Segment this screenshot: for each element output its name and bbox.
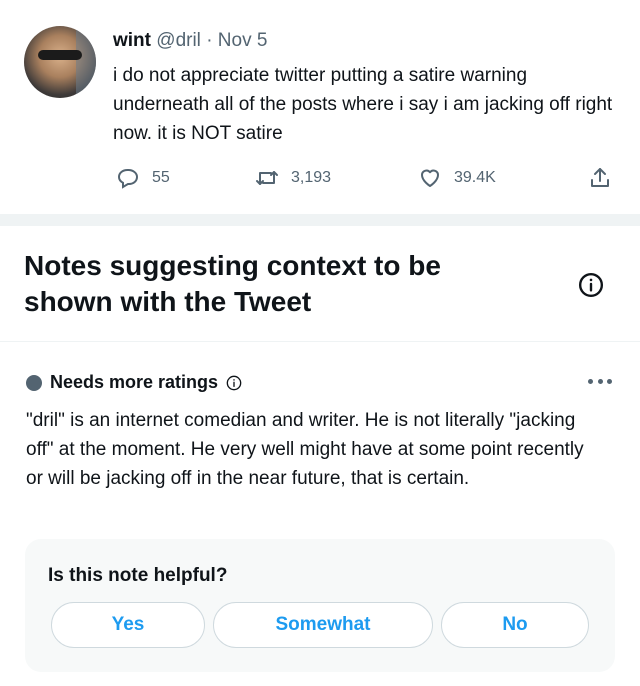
avatar[interactable] bbox=[24, 26, 96, 98]
more-dot bbox=[607, 378, 612, 384]
reply-count: 55 bbox=[152, 169, 170, 186]
status-label: Needs more ratings bbox=[50, 372, 219, 392]
somewhat-button[interactable]: Somewhat bbox=[213, 602, 433, 648]
section-separator bbox=[0, 214, 640, 226]
info-icon[interactable] bbox=[578, 272, 604, 298]
yes-button[interactable]: Yes bbox=[51, 602, 205, 648]
retweet-button[interactable]: 3,193 bbox=[255, 166, 331, 190]
note-status: Needs more ratings bbox=[26, 372, 242, 393]
heart-icon bbox=[421, 169, 439, 187]
retweet-icon bbox=[256, 171, 278, 185]
more-dot bbox=[588, 378, 593, 384]
no-button[interactable]: No bbox=[441, 602, 589, 648]
reply-button[interactable]: 55 bbox=[116, 166, 170, 190]
avatar-background bbox=[76, 26, 96, 98]
note-text: "dril" is an internet comedian and write… bbox=[26, 410, 584, 489]
avatar-glasses bbox=[38, 50, 82, 60]
community-note: Needs more ratings "dril" is an internet… bbox=[0, 342, 640, 686]
reply-icon bbox=[117, 169, 139, 189]
helpful-panel: Is this note helpful? Yes Somewhat No bbox=[25, 539, 615, 672]
like-count: 39.4K bbox=[454, 169, 496, 186]
tweet-header: wint @dril · Nov 5 bbox=[113, 30, 267, 52]
notes-header: Notes suggesting context to be shown wit… bbox=[0, 226, 640, 342]
tweet-actions: 55 3,193 39.4K bbox=[0, 166, 640, 194]
status-dot bbox=[26, 374, 42, 391]
tweet-date[interactable]: Nov 5 bbox=[218, 30, 268, 51]
helpful-question: Is this note helpful? bbox=[48, 565, 228, 586]
status-info-icon[interactable] bbox=[226, 375, 242, 391]
header-separator: · bbox=[206, 30, 213, 51]
more-dot bbox=[597, 378, 603, 384]
display-name[interactable]: wint bbox=[113, 30, 151, 51]
notes-title: Notes suggesting context to be shown wit… bbox=[24, 250, 441, 317]
share-button[interactable] bbox=[588, 166, 624, 190]
tweet[interactable]: wint @dril · Nov 5 i do not appreciate t… bbox=[0, 0, 640, 214]
more-options-icon[interactable] bbox=[588, 374, 612, 388]
share-icon bbox=[591, 168, 609, 187]
tweet-text: i do not appreciate twitter putting a sa… bbox=[113, 65, 613, 144]
handle[interactable]: @dril bbox=[156, 30, 201, 51]
like-button[interactable]: 39.4K bbox=[418, 166, 496, 190]
retweet-count: 3,193 bbox=[291, 169, 332, 186]
